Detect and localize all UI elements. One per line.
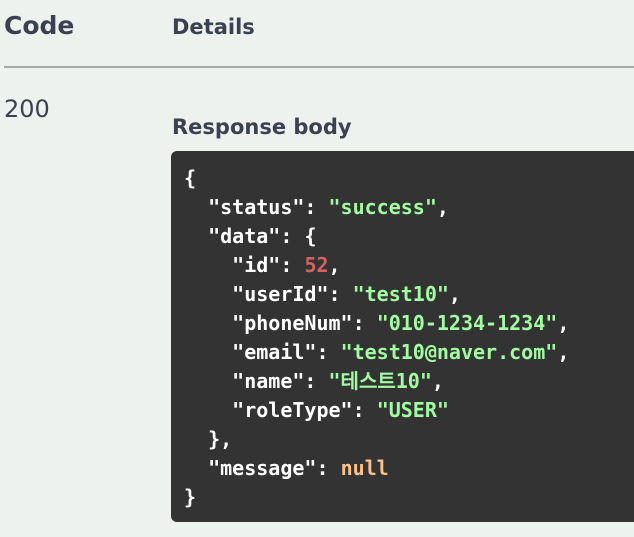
json-line-phonenum: "phoneNum": "010-1234-1234", bbox=[184, 309, 634, 338]
json-separator: : bbox=[328, 282, 353, 306]
json-string-value: "test10@naver.com" bbox=[340, 340, 558, 364]
json-line-status: "status": "success", bbox=[184, 193, 634, 222]
json-brace: { bbox=[304, 224, 317, 248]
json-number-value: 52 bbox=[304, 253, 329, 277]
json-key: "id" bbox=[232, 253, 281, 277]
json-brace: }, bbox=[208, 427, 233, 451]
json-key: "name" bbox=[232, 369, 305, 393]
json-line-close: } bbox=[184, 483, 634, 512]
json-line-roletype: "roleType": "USER" bbox=[184, 396, 634, 425]
json-line-message: "message": null bbox=[184, 454, 634, 483]
json-separator: : bbox=[352, 398, 377, 422]
json-separator: : bbox=[316, 340, 341, 364]
json-punct: , bbox=[448, 282, 461, 306]
response-status-code: 200 bbox=[4, 95, 50, 123]
json-string-value: "테스트10" bbox=[328, 369, 432, 393]
response-body-label: Response body bbox=[172, 115, 352, 139]
json-string-value: "success" bbox=[328, 195, 437, 219]
json-line-id: "id": 52, bbox=[184, 251, 634, 280]
json-string-value: "USER" bbox=[376, 398, 449, 422]
json-string-value: "test10" bbox=[352, 282, 449, 306]
json-punct: , bbox=[431, 369, 444, 393]
json-key: "message" bbox=[208, 456, 317, 480]
json-separator: : bbox=[316, 456, 341, 480]
json-separator: : bbox=[304, 195, 329, 219]
json-punct: , bbox=[436, 195, 449, 219]
json-key: "email" bbox=[232, 340, 317, 364]
json-brace: } bbox=[184, 485, 197, 509]
response-body-code-block[interactable]: { "status": "success", "data": { "id": 5… bbox=[171, 151, 634, 522]
json-line-email: "email": "test10@naver.com", bbox=[184, 338, 634, 367]
json-key: "status" bbox=[208, 195, 305, 219]
json-string-value: "010-1234-1234" bbox=[376, 311, 558, 335]
json-line-data-close: }, bbox=[184, 425, 634, 454]
json-punct: , bbox=[557, 311, 570, 335]
json-line-data: "data": { bbox=[184, 222, 634, 251]
header-divider bbox=[4, 66, 634, 68]
json-line-userid: "userId": "test10", bbox=[184, 280, 634, 309]
json-brace: { bbox=[184, 166, 197, 190]
json-key: "roleType" bbox=[232, 398, 353, 422]
column-header-code: Code bbox=[4, 11, 75, 40]
json-line-open: { bbox=[184, 164, 634, 193]
json-key: "userId" bbox=[232, 282, 329, 306]
json-separator: : bbox=[280, 224, 305, 248]
json-null-value: null bbox=[340, 456, 389, 480]
json-separator: : bbox=[280, 253, 305, 277]
json-punct: , bbox=[557, 340, 570, 364]
json-separator: : bbox=[352, 311, 377, 335]
json-punct: , bbox=[328, 253, 341, 277]
column-header-details: Details bbox=[172, 15, 255, 39]
json-separator: : bbox=[304, 369, 329, 393]
json-line-name: "name": "테스트10", bbox=[184, 367, 634, 396]
json-key: "phoneNum" bbox=[232, 311, 353, 335]
json-key: "data" bbox=[208, 224, 281, 248]
